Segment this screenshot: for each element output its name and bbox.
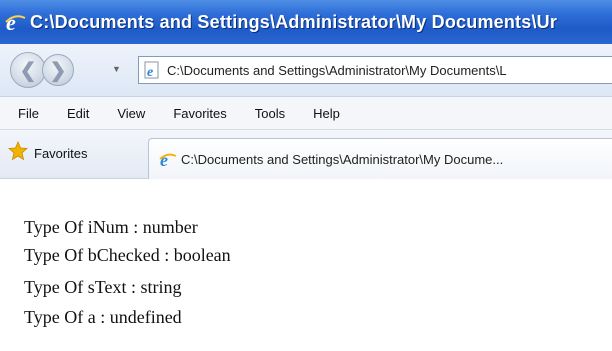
output-line-inum: Type Of iNum : number bbox=[24, 217, 198, 237]
output-line-stext: Type Of sText : string bbox=[24, 277, 182, 297]
menu-view[interactable]: View bbox=[117, 106, 145, 121]
menu-tools[interactable]: Tools bbox=[255, 106, 285, 121]
favorites-label: Favorites bbox=[34, 145, 88, 161]
output-line-a: Type Of a : undefined bbox=[24, 307, 182, 327]
menu-favorites[interactable]: Favorites bbox=[173, 106, 226, 121]
title-bar[interactable]: e C:\Documents and Settings\Administrato… bbox=[0, 0, 612, 44]
navigation-bar: ❮ ❯ ▼ e C:\Documents and Settings\Admini… bbox=[0, 44, 612, 97]
recent-pages-dropdown-icon[interactable]: ▼ bbox=[112, 64, 121, 74]
svg-text:e: e bbox=[6, 11, 16, 33]
window-title: C:\Documents and Settings\Administrator\… bbox=[30, 11, 558, 32]
back-arrow-icon: ❮ bbox=[19, 59, 37, 82]
menu-edit[interactable]: Edit bbox=[67, 106, 89, 121]
address-field[interactable]: e C:\Documents and Settings\Administrato… bbox=[138, 56, 612, 84]
forward-button[interactable]: ❯ bbox=[42, 54, 74, 86]
star-icon bbox=[8, 140, 28, 166]
ie-page-icon: e bbox=[143, 61, 161, 80]
browser-window: e C:\Documents and Settings\Administrato… bbox=[0, 0, 612, 351]
favorites-bar: Favorites e C:\Documents and Settings\Ad… bbox=[0, 130, 612, 179]
tab-current-page[interactable]: e C:\Documents and Settings\Administrato… bbox=[148, 138, 612, 179]
ie-logo-icon: e bbox=[4, 11, 26, 33]
svg-text:e: e bbox=[147, 65, 153, 79]
back-button[interactable]: ❮ bbox=[10, 52, 46, 88]
favorites-button[interactable]: Favorites bbox=[8, 140, 87, 166]
tab-title: C:\Documents and Settings\Administrator\… bbox=[181, 151, 504, 167]
page-content: Type Of iNum : number Type Of bChecked :… bbox=[0, 179, 612, 351]
forward-arrow-icon: ❯ bbox=[49, 59, 67, 82]
menu-bar: File Edit View Favorites Tools Help bbox=[0, 97, 612, 130]
menu-help[interactable]: Help bbox=[313, 106, 340, 121]
ie-logo-icon: e bbox=[159, 150, 177, 170]
output-line-bchecked: Type Of bChecked : boolean bbox=[24, 245, 231, 265]
address-value[interactable]: C:\Documents and Settings\Administrator\… bbox=[167, 63, 507, 78]
menu-file[interactable]: File bbox=[18, 106, 39, 121]
